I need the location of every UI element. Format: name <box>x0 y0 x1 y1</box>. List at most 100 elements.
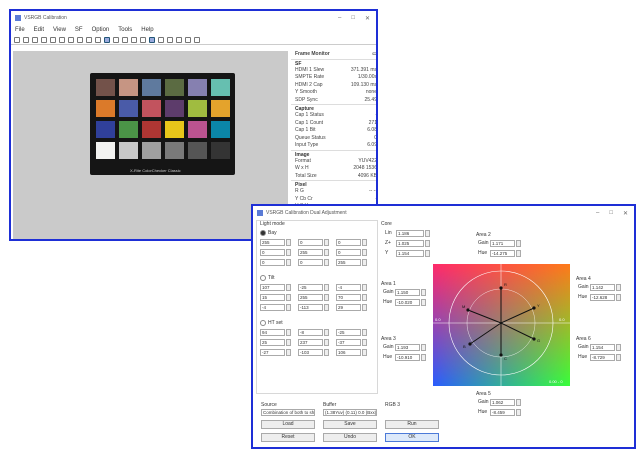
grid-icon[interactable] <box>41 36 47 43</box>
matrix-cell-spinner[interactable] <box>286 339 291 346</box>
matrix-cell-input[interactable]: -103 <box>298 349 323 356</box>
zoom-in-icon[interactable] <box>86 36 92 43</box>
calibrate-icon[interactable] <box>149 36 155 43</box>
matrix-cell-input[interactable]: -4 <box>336 284 361 291</box>
hue-wheel-svg[interactable]: R Y G C B M 0.0 0.0 0.00 - 0 <box>433 264 570 386</box>
hue-wheel[interactable]: R Y G C B M 0.0 0.0 0.00 - 0 <box>433 264 570 386</box>
area-gain-input[interactable]: 1.154 <box>590 344 615 351</box>
matrix-cell-input[interactable]: 0 <box>298 239 323 246</box>
matrix-cell-input[interactable]: 106 <box>336 349 361 356</box>
matrix-cell-input[interactable]: 255 <box>260 239 285 246</box>
area-hue-spinner[interactable] <box>421 299 426 306</box>
matrix-cell-input[interactable]: -4 <box>260 304 285 311</box>
matrix-cell-spinner[interactable] <box>324 249 329 256</box>
area-hue-spinner[interactable] <box>516 409 521 416</box>
matrix-cell-spinner[interactable] <box>286 349 291 356</box>
save-icon[interactable] <box>23 36 29 43</box>
area-gain-spinner[interactable] <box>516 240 521 247</box>
core-row-input[interactable]: 1.186 <box>396 230 424 237</box>
menu-tools[interactable]: Tools <box>118 27 132 33</box>
buffer-field[interactable]: (1.38Yuv) (0.11) 0.0 (Bxx) <box>323 409 377 416</box>
grid-icon[interactable] <box>50 36 56 43</box>
matrix-cell-input[interactable]: 255 <box>336 259 361 266</box>
matrix-cell-spinner[interactable] <box>286 239 291 246</box>
matrix-cell-input[interactable]: 94 <box>260 329 285 336</box>
matrix-cell-input[interactable]: -25 <box>298 284 323 291</box>
core-row-spinner[interactable] <box>425 250 430 257</box>
matrix-cell-spinner[interactable] <box>324 259 329 266</box>
ok-button[interactable]: OK <box>385 433 439 442</box>
area-hue-input[interactable]: -10.020 <box>395 299 420 306</box>
area-gain-spinner[interactable] <box>421 344 426 351</box>
matrix-cell-input[interactable]: 237 <box>298 339 323 346</box>
matrix-cell-spinner[interactable] <box>286 329 291 336</box>
matrix-cell-spinner[interactable] <box>362 329 367 336</box>
monitor-icon[interactable] <box>194 36 200 43</box>
matrix-cell-input[interactable]: 0 <box>336 249 361 256</box>
matrix-cell-spinner[interactable] <box>362 294 367 301</box>
marker-y[interactable] <box>532 306 536 310</box>
grid-icon[interactable] <box>59 36 65 43</box>
open-icon[interactable] <box>14 36 20 43</box>
area-hue-input[interactable]: -10.910 <box>395 354 420 361</box>
area-gain-input[interactable]: 1.150 <box>395 289 420 296</box>
grid-icon[interactable] <box>32 36 38 43</box>
matrix-cell-input[interactable]: 255 <box>298 249 323 256</box>
matrix-cell-input[interactable]: 70 <box>336 294 361 301</box>
radio-bay[interactable] <box>260 230 266 236</box>
reset-button[interactable]: Reset <box>261 433 315 442</box>
filter-icon[interactable] <box>167 36 173 43</box>
area-hue-input[interactable]: -8.729 <box>590 354 615 361</box>
area-hue-input[interactable]: -8.459 <box>490 409 515 416</box>
run-button[interactable]: Run <box>385 420 439 429</box>
area-gain-input[interactable]: 1.142 <box>590 284 615 291</box>
undo-button[interactable]: Undo <box>323 433 377 442</box>
minimize-button[interactable]: – <box>338 15 341 22</box>
area-gain-spinner[interactable] <box>516 399 521 406</box>
waveform-icon[interactable] <box>122 36 128 43</box>
histogram-icon[interactable] <box>113 36 119 43</box>
matrix-cell-spinner[interactable] <box>286 304 291 311</box>
zoom-out-icon[interactable] <box>95 36 101 43</box>
menu-view[interactable]: View <box>53 27 66 33</box>
source-field[interactable]: Combination of both to show <box>261 409 315 416</box>
matrix-cell-spinner[interactable] <box>286 294 291 301</box>
matrix-cell-spinner[interactable] <box>362 349 367 356</box>
matrix-cell-input[interactable]: -27 <box>260 349 285 356</box>
area-hue-spinner[interactable] <box>616 294 621 301</box>
matrix-cell-spinner[interactable] <box>362 339 367 346</box>
matrix-cell-spinner[interactable] <box>324 284 329 291</box>
area-hue-input[interactable]: -12.628 <box>590 294 615 301</box>
matrix-cell-input[interactable]: 29 <box>336 304 361 311</box>
matrix-cell-input[interactable]: 0 <box>260 249 285 256</box>
image-view[interactable]: X-Rite ColorChecker Classic <box>13 51 288 239</box>
matrix-cell-spinner[interactable] <box>324 339 329 346</box>
marker-r[interactable] <box>499 286 503 290</box>
matrix-cell-spinner[interactable] <box>362 304 367 311</box>
matrix-cell-spinner[interactable] <box>286 284 291 291</box>
matrix-cell-input[interactable]: 0 <box>336 239 361 246</box>
export-icon[interactable] <box>185 36 191 43</box>
area-hue-input[interactable]: -14.275 <box>490 250 515 257</box>
core-row-input[interactable]: 1.154 <box>396 250 424 257</box>
core-row-spinner[interactable] <box>425 240 430 247</box>
core-row-spinner[interactable] <box>425 230 430 237</box>
save-button[interactable]: Save <box>323 420 377 429</box>
area-gain-input[interactable]: 1.193 <box>395 344 420 351</box>
matrix-cell-input[interactable]: -113 <box>298 304 323 311</box>
matrix-cell-input[interactable]: -25 <box>336 329 361 336</box>
matrix-cell-input[interactable]: -37 <box>336 339 361 346</box>
matrix-cell-spinner[interactable] <box>324 304 329 311</box>
filter-icon[interactable] <box>176 36 182 43</box>
close-button[interactable]: ✕ <box>365 15 370 22</box>
maximize-button[interactable]: □ <box>351 15 355 22</box>
area-gain-spinner[interactable] <box>421 289 426 296</box>
menu-sf[interactable]: SF <box>75 27 83 33</box>
matrix-cell-spinner[interactable] <box>362 249 367 256</box>
radio-tilt[interactable] <box>260 275 266 281</box>
dialog-close-button[interactable]: ✕ <box>623 210 628 217</box>
radio-ht-set[interactable] <box>260 320 266 326</box>
matrix-cell-input[interactable]: 107 <box>260 284 285 291</box>
matrix-cell-spinner[interactable] <box>362 284 367 291</box>
record-icon[interactable] <box>68 36 74 43</box>
